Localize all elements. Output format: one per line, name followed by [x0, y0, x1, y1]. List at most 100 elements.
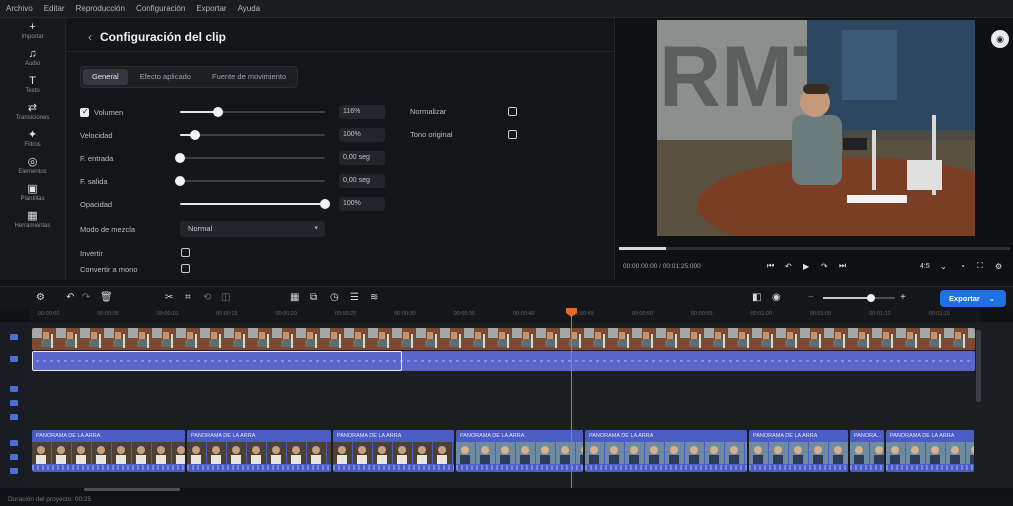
tab-applied-effect[interactable]: Efecto aplicado [131, 69, 200, 85]
audio-track-clip[interactable] [32, 351, 975, 371]
settings-gear-icon[interactable]: ⚙ [36, 290, 45, 306]
render-icon[interactable]: ◧ [752, 290, 761, 306]
volume-slider[interactable] [180, 107, 325, 117]
rewind-icon[interactable]: ↶ [785, 262, 792, 271]
overlay-clip[interactable]: PANORA... [850, 430, 885, 472]
rail-item-transitions[interactable]: ⇄ Transiciones [0, 102, 65, 126]
overlay-clip[interactable]: PANORAMA DE LA ARRA [886, 430, 975, 472]
freeze-icon[interactable]: ⧉ [310, 290, 317, 306]
overlay-clip[interactable]: PANORAMA DE LA ARRA [333, 430, 455, 472]
overlay-clip[interactable]: PANORAMA DE LA ARRA [187, 430, 332, 472]
fade-in-slider[interactable] [175, 153, 325, 163]
video-preview[interactable]: RMT [657, 20, 975, 236]
magnet-icon[interactable]: ◉ [772, 290, 781, 306]
video-track-icon[interactable] [10, 440, 18, 446]
mute-icon[interactable] [10, 468, 18, 474]
play-icon[interactable]: ▶ [803, 262, 809, 271]
timeline-ruler[interactable]: 00:00:00 00:00:05 00:00:10 00:00:15 00:00:20… [30, 308, 980, 322]
eye-icon[interactable] [10, 454, 18, 460]
opacity-slider[interactable] [180, 199, 330, 209]
rail-item-text[interactable]: T Texto [0, 75, 65, 99]
opacity-row: Opacidad 100% [80, 196, 600, 212]
lock-icon[interactable] [10, 386, 18, 392]
snapshot-icon[interactable]: ◉ [991, 30, 1009, 48]
fullscreen-icon[interactable]: ⛶ [977, 261, 983, 271]
normalize-checkbox[interactable] [508, 107, 517, 116]
thumbnail-frame [320, 328, 344, 350]
speed-icon[interactable]: ◷ [330, 290, 339, 306]
vertical-scrollbar[interactable] [976, 330, 981, 402]
chevron-down-icon[interactable]: ⌄ [940, 262, 947, 271]
audio-track-icon[interactable] [10, 356, 18, 362]
redo-icon[interactable]: ↷ [82, 290, 90, 306]
menu-help[interactable]: Ayuda [238, 4, 261, 13]
adjust-icon[interactable]: ☰ [350, 290, 359, 306]
grid-icon[interactable]: ▦ [290, 290, 299, 306]
rail-item-elements[interactable]: ◎ Elementos [0, 156, 65, 180]
slider-knob[interactable] [867, 294, 875, 302]
rotate-icon[interactable]: ⟲ [203, 290, 211, 306]
preview-panel: RMT ◉ 00:00:00:00 / 00:01:25:000 ⏮ ↶ ▶ ↷… [614, 18, 1013, 280]
aspect-ratio-label[interactable]: 4:5 [920, 263, 930, 270]
menu-settings[interactable]: Configuración [136, 4, 185, 13]
opacity-value[interactable]: 100% [339, 197, 385, 211]
video-track-clip[interactable] [32, 328, 975, 350]
selected-audio-region[interactable] [32, 351, 402, 371]
zoom-out-icon[interactable]: − [808, 290, 814, 306]
invert-checkbox[interactable] [181, 248, 190, 257]
speed-value[interactable]: 100% [339, 128, 385, 142]
playhead[interactable] [571, 308, 572, 488]
mirror-icon[interactable]: ◫ [221, 290, 230, 306]
rail-item-tools[interactable]: ▦ Herramientas [0, 210, 65, 234]
delete-icon[interactable]: 🗑 [100, 290, 113, 306]
skip-forward-icon[interactable]: ⏭ [839, 261, 846, 271]
tab-general[interactable]: General [83, 69, 128, 85]
volume-icon[interactable]: ◔ [960, 262, 965, 271]
slider-knob[interactable] [175, 176, 185, 186]
eye-icon[interactable] [10, 400, 18, 406]
zoom-in-icon[interactable]: + [900, 290, 906, 306]
split-icon[interactable]: ✂ [165, 290, 173, 306]
thumbnail-frame [536, 328, 560, 350]
menu-edit[interactable]: Editar [44, 4, 65, 13]
timeline-zoom-slider[interactable] [823, 294, 895, 302]
menu-export[interactable]: Exportar [196, 4, 226, 13]
tab-motion-source[interactable]: Fuente de movimiento [203, 69, 295, 85]
skip-back-icon[interactable]: ⏮ [767, 261, 774, 271]
rail-item-import[interactable]: + Importar [0, 21, 65, 45]
rail-item-templates[interactable]: ▣ Plantillas [0, 183, 65, 207]
overlay-clip[interactable]: PANORAMA DE LA ARRA [585, 430, 748, 472]
convert-mono-checkbox[interactable] [181, 264, 190, 273]
slider-knob[interactable] [175, 153, 185, 163]
undo-icon[interactable]: ↶ [66, 290, 74, 306]
forward-icon[interactable]: ↷ [821, 262, 828, 271]
video-track-icon[interactable] [10, 334, 18, 340]
audio-detach-icon[interactable]: ≋ [370, 290, 378, 306]
export-button[interactable]: Exportar ⌄ [940, 290, 1006, 307]
volume-value[interactable]: 116% [339, 105, 385, 119]
preview-progress-bar[interactable] [619, 247, 1010, 250]
menu-file[interactable]: Archivo [6, 4, 33, 13]
blend-mode-select[interactable]: Normal ▾ [180, 221, 325, 237]
horizontal-scrollbar[interactable] [84, 488, 180, 491]
speed-slider[interactable] [180, 130, 325, 140]
volume-checkbox[interactable] [80, 107, 89, 117]
overlay-clip[interactable]: PANORAMA DE LA ARRA [32, 430, 186, 472]
slider-knob[interactable] [189, 130, 200, 140]
fade-out-value[interactable]: 0,00 seg [339, 174, 385, 188]
thumbnail-frame [32, 328, 56, 350]
overlay-clip[interactable]: PANORAMA DE LA ARRA [456, 430, 584, 472]
overlay-clip[interactable]: PANORAMA DE LA ARRA [749, 430, 849, 472]
rail-item-audio[interactable]: ♫ Audio [0, 48, 65, 72]
original-tone-checkbox[interactable] [508, 130, 517, 139]
rail-item-filters[interactable]: ✦ Filtros [0, 129, 65, 153]
mute-icon[interactable] [10, 414, 18, 420]
fade-out-slider[interactable] [175, 176, 325, 186]
menu-playback[interactable]: Reproducción [76, 4, 125, 13]
gear-icon[interactable]: ⚙ [995, 262, 1002, 271]
crop-icon[interactable]: ⌗ [185, 290, 191, 306]
slider-knob[interactable] [212, 107, 223, 117]
back-chevron-icon[interactable]: ‹ [88, 30, 92, 44]
fade-in-value[interactable]: 0,00 seg [339, 151, 385, 165]
slider-knob[interactable] [320, 199, 330, 209]
